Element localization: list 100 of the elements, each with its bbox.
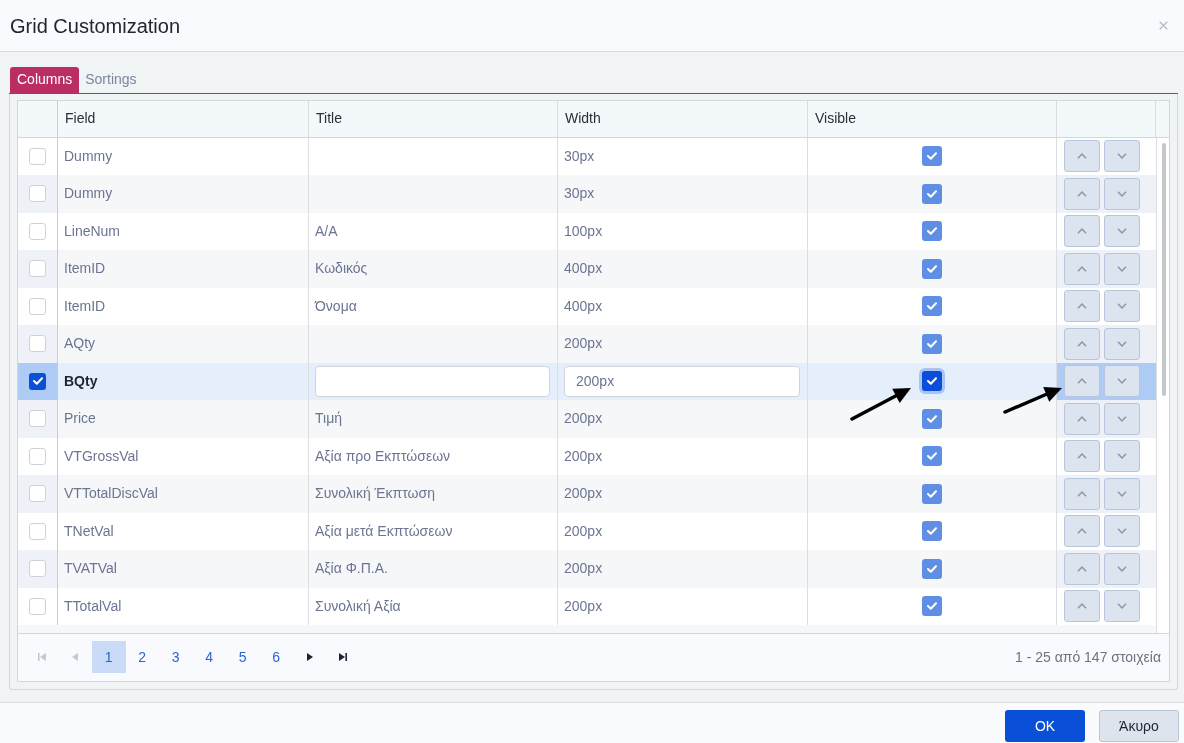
move-down-button[interactable] [1104, 552, 1140, 585]
row-checkbox[interactable] [29, 335, 46, 353]
move-down-button[interactable] [1104, 590, 1140, 623]
caret-up-icon [1077, 603, 1087, 610]
move-down-button[interactable] [1104, 177, 1140, 210]
page-button[interactable]: 1 [92, 641, 126, 673]
column-width: 30px [564, 146, 595, 166]
caret-up-icon [1077, 415, 1087, 422]
move-up-button[interactable] [1064, 140, 1100, 173]
move-up-button[interactable] [1064, 515, 1100, 548]
move-up-button[interactable] [1064, 290, 1100, 323]
field-name: AQty [64, 334, 96, 354]
visible-checkbox[interactable] [922, 221, 942, 242]
field-name: TNetVal [64, 521, 114, 541]
column-header: Field [65, 109, 96, 128]
cancel-button[interactable]: Άκυρο [1099, 710, 1179, 742]
caret-down-icon [1117, 228, 1127, 235]
move-up-button[interactable] [1064, 440, 1100, 473]
page-button[interactable]: 5 [226, 641, 260, 673]
move-up-button[interactable] [1064, 365, 1100, 398]
column-title: Όνομα [315, 296, 357, 316]
move-up-button[interactable] [1064, 402, 1100, 435]
visible-checkbox[interactable] [922, 146, 942, 167]
move-down-button[interactable] [1104, 477, 1140, 510]
row-checkbox[interactable] [29, 560, 46, 578]
close-icon[interactable] [1159, 21, 1168, 30]
visible-checkbox[interactable] [922, 596, 942, 617]
move-down-button[interactable] [1104, 327, 1140, 360]
move-down-button[interactable] [1104, 402, 1140, 435]
move-up-button[interactable] [1064, 552, 1100, 585]
visible-checkbox[interactable] [919, 368, 945, 395]
tab[interactable]: Sortings [79, 66, 143, 93]
caret-up-icon [1077, 265, 1087, 272]
move-up-button[interactable] [1064, 590, 1100, 623]
column-width: 400px [564, 259, 603, 279]
visible-checkbox[interactable] [922, 333, 942, 354]
move-down-button[interactable] [1104, 215, 1140, 248]
visible-checkbox[interactable] [922, 446, 942, 467]
move-down-button[interactable] [1104, 290, 1140, 323]
caret-up-icon [1077, 228, 1087, 235]
check-icon [927, 414, 937, 423]
dialog-title: Grid Customization [10, 15, 181, 36]
page-button[interactable]: 2 [125, 641, 159, 673]
column-title: Τιμή [315, 409, 342, 429]
row-checkbox[interactable] [29, 447, 46, 465]
scrollbar-thumb[interactable] [1162, 142, 1166, 396]
row-checkbox[interactable] [29, 222, 46, 240]
caret-down-icon [1117, 190, 1127, 197]
move-up-button[interactable] [1064, 252, 1100, 285]
check-icon [927, 564, 937, 573]
caret-up-icon [1077, 190, 1087, 197]
field-name: LineNum [64, 221, 121, 241]
column-title: Α/Α [315, 221, 338, 241]
page-button[interactable]: 4 [192, 641, 226, 673]
column-width: 200px [564, 409, 603, 429]
move-down-button[interactable] [1104, 440, 1140, 473]
row-checkbox[interactable] [29, 147, 46, 165]
tab[interactable]: Columns [10, 66, 80, 93]
row-checkbox[interactable] [29, 522, 46, 540]
row-checkbox[interactable] [29, 410, 46, 428]
visible-checkbox[interactable] [922, 296, 942, 317]
caret-up-icon [1077, 340, 1087, 347]
column-title: Συνολική Έκπτωση [315, 484, 435, 504]
page-button[interactable]: 3 [159, 641, 193, 673]
row-checkbox[interactable] [29, 597, 46, 615]
title-input[interactable] [315, 365, 550, 397]
move-down-button[interactable] [1104, 515, 1140, 548]
move-up-button[interactable] [1064, 215, 1100, 248]
row-checkbox[interactable] [29, 260, 46, 278]
caret-down-icon [1117, 490, 1127, 497]
field-name: ItemID [64, 259, 106, 279]
page-button[interactable]: 6 [259, 641, 293, 673]
column-header: Width [565, 109, 601, 128]
caret-down-icon [1117, 340, 1127, 347]
last-page-icon[interactable] [339, 653, 348, 661]
visible-checkbox[interactable] [922, 483, 942, 504]
visible-checkbox[interactable] [922, 183, 942, 204]
caret-down-icon [1117, 303, 1127, 310]
visible-checkbox[interactable] [922, 408, 942, 429]
move-down-button[interactable] [1104, 365, 1140, 398]
visible-checkbox[interactable] [922, 258, 942, 279]
move-down-button[interactable] [1104, 252, 1140, 285]
visible-checkbox[interactable] [922, 558, 942, 579]
row-checkbox[interactable] [29, 485, 46, 503]
move-up-button[interactable] [1064, 177, 1100, 210]
next-page-icon[interactable] [306, 653, 313, 661]
row-checkbox[interactable] [29, 297, 46, 315]
row-checkbox[interactable] [29, 185, 46, 203]
field-name: VTTotalDiscVal [64, 484, 158, 504]
caret-down-icon [1117, 453, 1127, 460]
check-icon [927, 264, 937, 273]
visible-checkbox[interactable] [922, 521, 942, 542]
move-down-button[interactable] [1104, 140, 1140, 173]
column-width: 400px [564, 296, 603, 316]
ok-button[interactable]: OK [1005, 710, 1085, 742]
width-input[interactable]: 200px [564, 365, 800, 397]
move-up-button[interactable] [1064, 327, 1100, 360]
move-up-button[interactable] [1064, 477, 1100, 510]
column-width: 100px [564, 221, 603, 241]
row-checkbox[interactable] [29, 372, 46, 390]
